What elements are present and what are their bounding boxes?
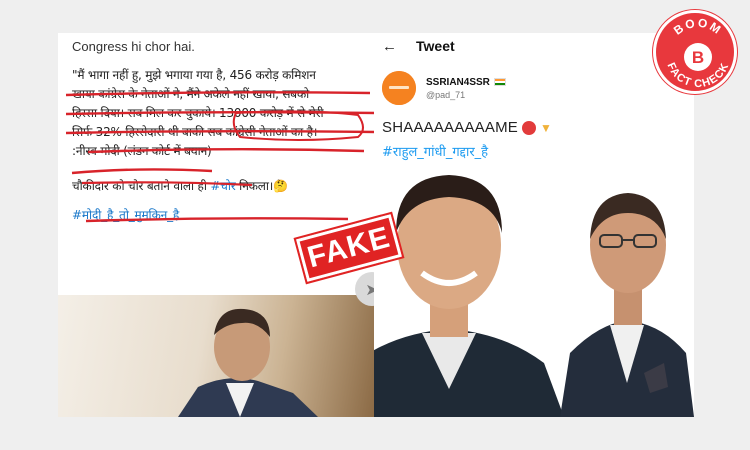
post-quote-line: "मैं भागा नहीं हु, मुझे भगाया गया है, 45…: [72, 68, 316, 82]
tweet-text: SHAAAAAAAAAME: [382, 119, 518, 136]
svg-text:BOOM: BOOM: [671, 16, 725, 38]
boom-fact-check-logo: BOOM FACT CHECK B: [653, 10, 737, 94]
post-english-line: Congress hi chor hai.: [72, 39, 195, 54]
tweet-header: ← Tweet: [374, 33, 694, 59]
modi-hashtag-link[interactable]: #मोदी_है_तो_मुमकिन_है: [72, 206, 366, 225]
man-center-photo: [374, 175, 564, 417]
post-quote-line: :नीरव मोदी (लंडन कोर्ट में बयान): [72, 144, 212, 158]
tweet-author: SSRIAN4SSR @pad_71: [374, 59, 694, 105]
chowkidar-prefix: चौकीदार को चोर बताने वाला ही: [72, 179, 211, 193]
post-text: Congress hi chor hai. "मैं भागा नहीं हु,…: [58, 33, 374, 225]
post-quote: "मैं भागा नहीं हु, मुझे भगाया गया है, 45…: [72, 66, 366, 161]
man-photo-illustration: [178, 308, 318, 417]
thumbs-down-icon: ▼: [539, 120, 553, 135]
post-chowkidar-line: चौकीदार को चोर बताने वाला ही #चोर निकला।…: [72, 177, 366, 196]
arrow-left-icon[interactable]: ←: [382, 38, 416, 55]
post-quote-line: खाया कांग्रेस के नेताओं ने, मैंने अकेले …: [72, 87, 310, 101]
avatar-logo-icon: [382, 71, 416, 105]
left-post-screenshot: Congress hi chor hai. "मैं भागा नहीं हु,…: [58, 33, 374, 417]
post-quote-line: सिर्फ 32% हिस्सेदारी थी बाकी सब कांग्रेस…: [72, 125, 318, 139]
india-flag-icon: [493, 78, 506, 86]
author-handle[interactable]: @pad_71: [426, 90, 506, 100]
angry-face-icon: [521, 120, 536, 135]
man-right-photo: [560, 193, 694, 417]
tweet-header-title: Tweet: [416, 38, 455, 54]
post-photo: [58, 295, 374, 417]
author-name[interactable]: SSRIAN4SSR: [426, 77, 490, 88]
avatar[interactable]: [382, 71, 416, 105]
chowkidar-suffix: निकला।🤔: [235, 179, 288, 193]
right-tweet-screenshot: ← Tweet SSRIAN4SSR @pad_71 SHAAAAAAAAAME…: [374, 33, 694, 417]
post-quote-line: हिस्सा दिया। सब मिल कर चुकाये। 13000 करो…: [72, 106, 324, 120]
boom-logo-graphic: BOOM FACT CHECK B: [665, 16, 731, 90]
chor-hashtag-link[interactable]: #चोर: [210, 179, 235, 193]
svg-text:B: B: [692, 48, 704, 67]
tweet-body: SHAAAAAAAAAME ▼ #राहुल_गांधी_गद्दार_है: [374, 105, 694, 160]
